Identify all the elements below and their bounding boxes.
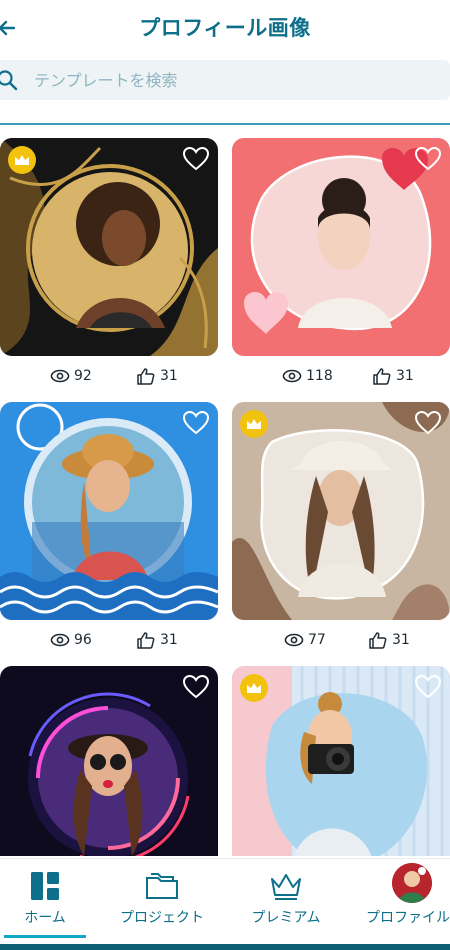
nav-projects-label: プロジェクト (120, 910, 204, 926)
template-card[interactable] (232, 138, 450, 356)
likes-count: 31 (372, 364, 414, 388)
favorite-heart-icon[interactable] (414, 674, 442, 700)
nav-profile[interactable]: プロファイル (364, 859, 450, 950)
views-count: 118 (282, 364, 333, 388)
favorite-heart-icon[interactable] (182, 410, 210, 436)
search-input[interactable] (34, 60, 414, 100)
favorite-heart-icon[interactable] (414, 146, 442, 172)
template-grid[interactable]: 92 31 118 31 96 31 77 31 (0, 136, 450, 856)
thumbs-up-icon (373, 368, 391, 385)
likes-value: 31 (396, 368, 414, 384)
views-value: 92 (74, 368, 92, 384)
likes-count: 31 (368, 628, 410, 652)
avatar-image (392, 863, 432, 903)
template-card[interactable] (0, 138, 218, 356)
premium-badge (8, 146, 36, 174)
views-count: 77 (284, 628, 326, 652)
template-card[interactable] (232, 666, 450, 856)
template-card[interactable] (0, 402, 218, 620)
bottom-navigation: ホーム プロジェクト プレミアム プロファイル (0, 858, 450, 950)
nav-premium[interactable]: プレミアム (236, 859, 336, 950)
search-bar[interactable] (0, 60, 450, 100)
likes-value: 31 (392, 632, 410, 648)
nav-profile-label: プロファイル (366, 910, 450, 926)
system-bar (0, 944, 450, 950)
crown-icon (15, 155, 29, 165)
likes-value: 31 (160, 368, 178, 384)
likes-count: 31 (136, 628, 178, 652)
card-stats: 118 31 (232, 364, 450, 388)
eye-icon (284, 633, 304, 647)
views-value: 77 (308, 632, 326, 648)
template-card[interactable] (232, 402, 450, 620)
search-icon (0, 70, 18, 91)
active-tab-indicator (4, 935, 86, 938)
favorite-heart-icon[interactable] (414, 410, 442, 436)
eye-icon (50, 369, 70, 383)
crown-outline-icon (271, 874, 301, 900)
views-value: 118 (306, 368, 333, 384)
nav-home-label: ホーム (24, 910, 66, 926)
premium-badge (240, 674, 268, 702)
thumbs-up-icon (369, 632, 387, 649)
eye-icon (282, 369, 302, 383)
favorite-heart-icon[interactable] (182, 674, 210, 700)
thumbs-up-icon (137, 632, 155, 649)
folder-icon (146, 873, 178, 899)
views-count: 92 (50, 364, 92, 388)
nav-projects[interactable]: プロジェクト (110, 859, 214, 950)
card-stats: 77 31 (232, 628, 450, 652)
thumbs-up-icon (137, 368, 155, 385)
avatar (392, 863, 432, 903)
header-divider (0, 123, 450, 125)
card-stats: 92 31 (0, 364, 218, 388)
views-value: 96 (74, 632, 92, 648)
views-count: 96 (50, 628, 92, 652)
app-header: プロフィール画像 (0, 0, 450, 56)
likes-value: 31 (160, 632, 178, 648)
crown-icon (247, 683, 261, 693)
template-card[interactable] (0, 666, 218, 856)
likes-count: 31 (136, 364, 178, 388)
grid-home-icon (31, 872, 59, 900)
card-stats: 96 31 (0, 628, 218, 652)
nav-premium-label: プレミアム (251, 910, 321, 926)
crown-icon (247, 419, 261, 429)
page-title: プロフィール画像 (139, 16, 311, 40)
eye-icon (50, 633, 70, 647)
favorite-heart-icon[interactable] (182, 146, 210, 172)
premium-badge (240, 410, 268, 438)
nav-home[interactable]: ホーム (0, 859, 90, 950)
